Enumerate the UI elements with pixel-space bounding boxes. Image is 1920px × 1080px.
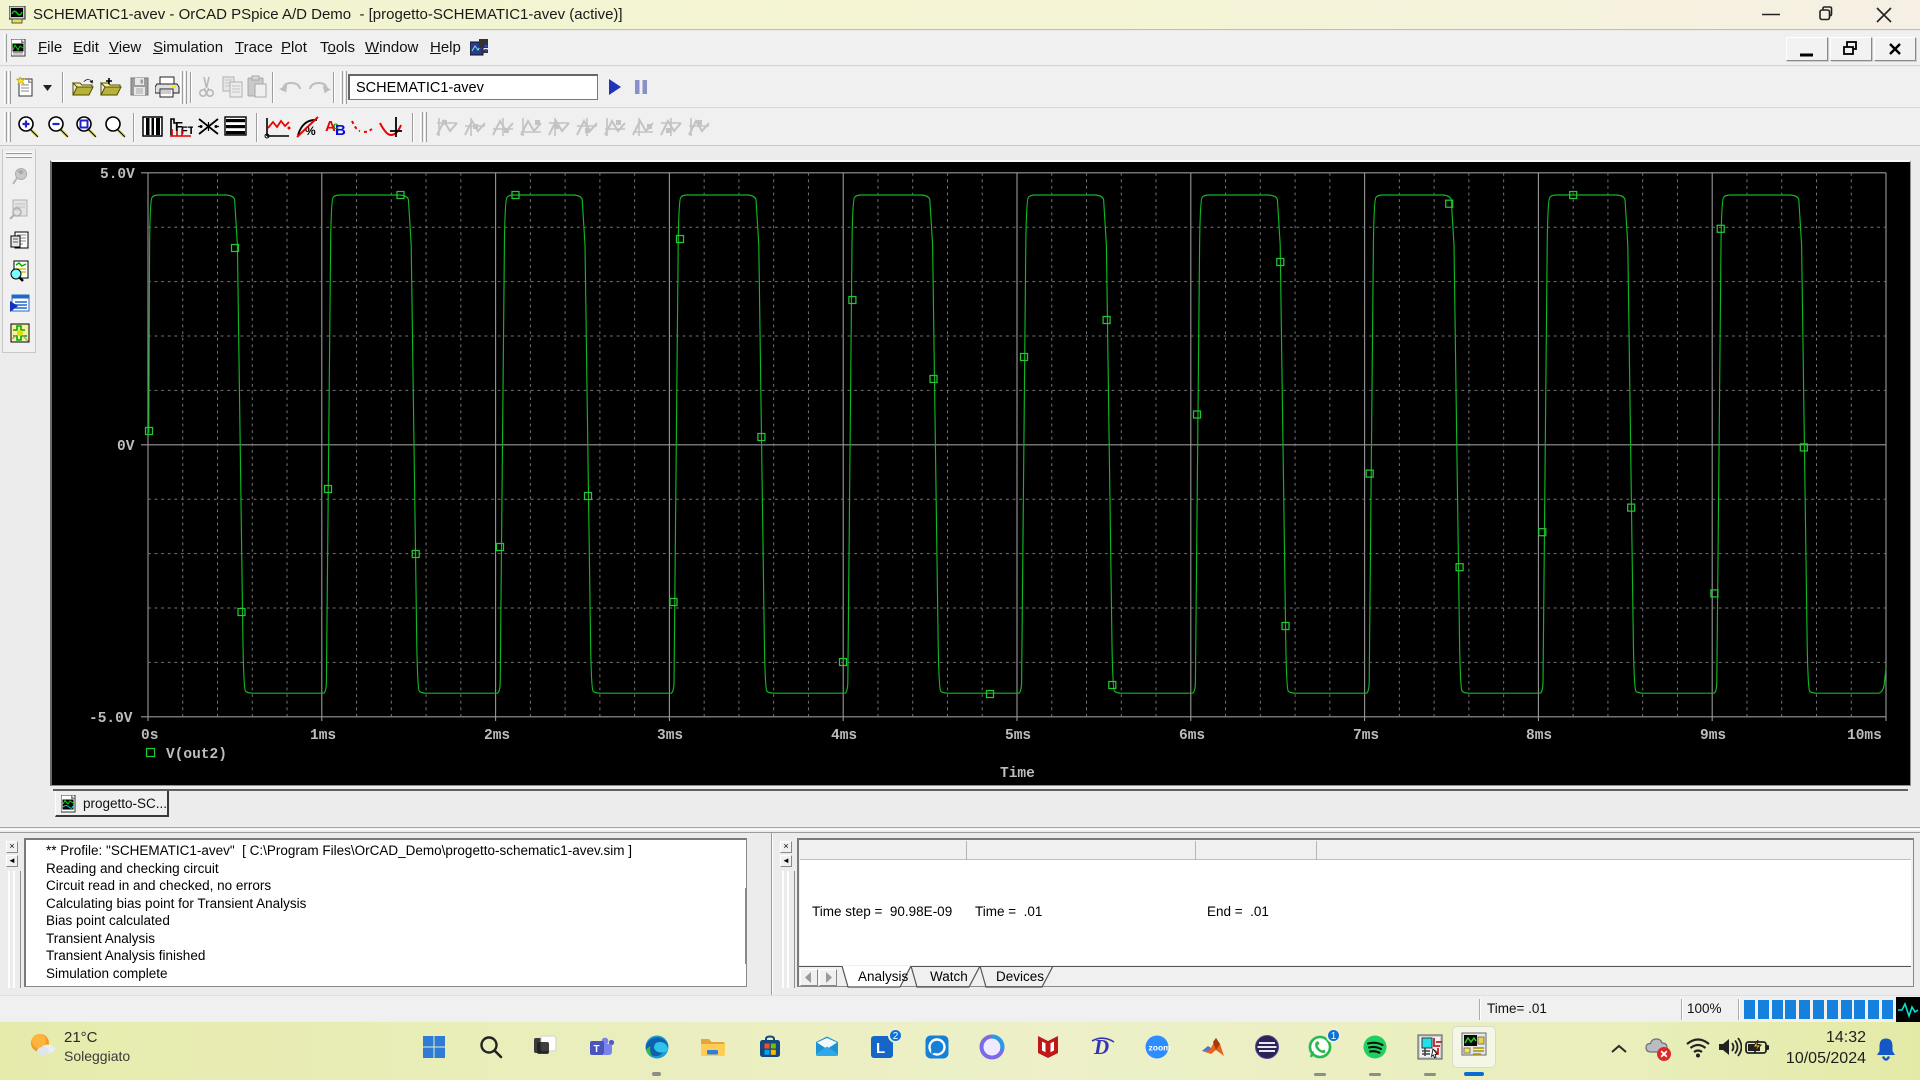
svg-text:FT: FT bbox=[181, 125, 193, 137]
svg-text:Analysis: Analysis bbox=[858, 969, 909, 984]
svg-text:%: % bbox=[305, 124, 316, 138]
svg-text:4ms: 4ms bbox=[831, 728, 857, 744]
svg-text:V(out2): V(out2) bbox=[166, 747, 227, 763]
svg-text:-5.0V: -5.0V bbox=[89, 711, 133, 727]
svg-text:zoom: zoom bbox=[1149, 1043, 1171, 1053]
svg-text:Devices: Devices bbox=[996, 969, 1044, 984]
svg-text:5.0V: 5.0V bbox=[100, 167, 135, 183]
svg-text:10ms: 10ms bbox=[1847, 728, 1882, 744]
svg-text:2ms: 2ms bbox=[484, 728, 510, 744]
svg-text:1ms: 1ms bbox=[310, 728, 336, 744]
svg-text:Time: Time bbox=[1000, 766, 1035, 782]
svg-text:0s: 0s bbox=[141, 728, 158, 744]
svg-text:c: c bbox=[333, 121, 339, 132]
svg-text:3ms: 3ms bbox=[657, 728, 683, 744]
svg-text:Watch: Watch bbox=[930, 969, 968, 984]
svg-text:T: T bbox=[594, 1044, 600, 1055]
svg-text:5ms: 5ms bbox=[1005, 728, 1031, 744]
svg-text:7ms: 7ms bbox=[1353, 728, 1379, 744]
svg-text:8ms: 8ms bbox=[1526, 728, 1552, 744]
svg-text:0V: 0V bbox=[117, 439, 135, 455]
svg-text:L: L bbox=[876, 1040, 885, 1057]
svg-text:9ms: 9ms bbox=[1700, 728, 1726, 744]
svg-text:6ms: 6ms bbox=[1179, 728, 1205, 744]
